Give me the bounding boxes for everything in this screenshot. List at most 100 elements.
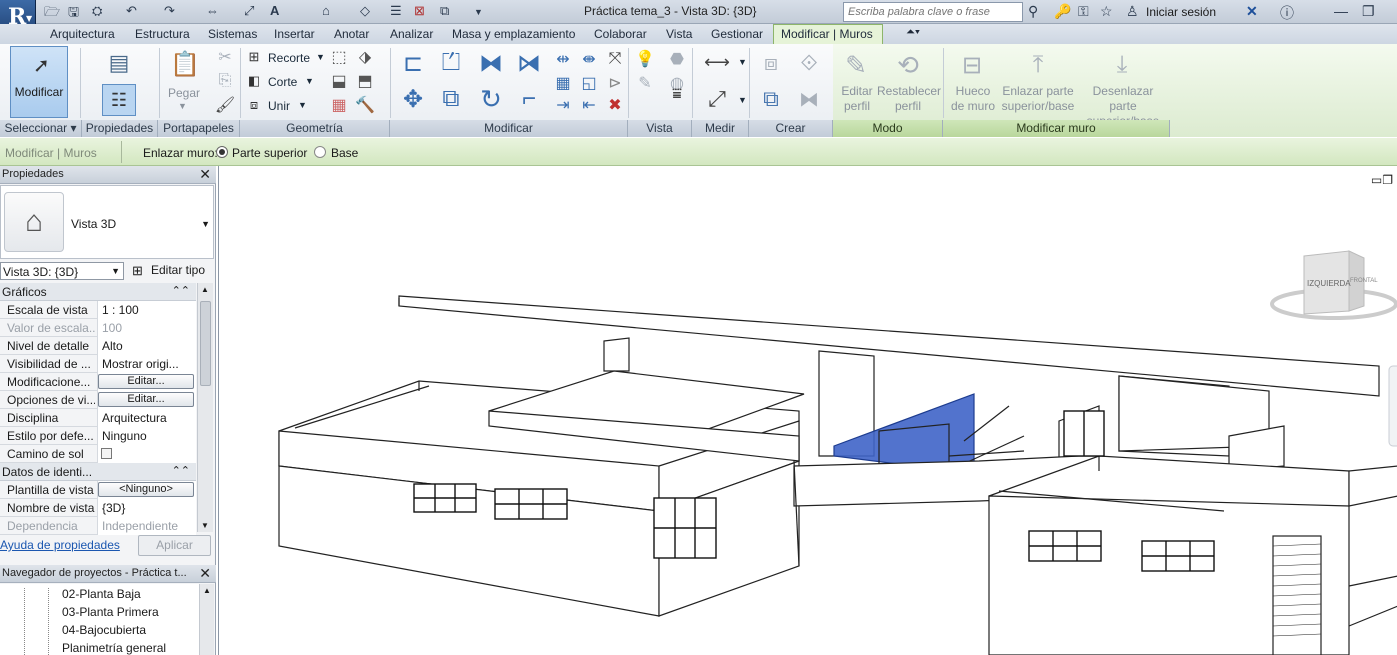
- collapse-icon[interactable]: ⌃⌃: [172, 464, 190, 477]
- join-label[interactable]: Unir: [268, 99, 290, 113]
- property-row[interactable]: Disciplina Arquitectura: [0, 409, 196, 427]
- scale-icon[interactable]: ◱: [580, 74, 598, 92]
- split-gap-icon[interactable]: ⇼: [580, 50, 598, 68]
- switch-windows-icon[interactable]: ⧉: [440, 3, 449, 19]
- join-dropdown-icon[interactable]: ▼: [298, 100, 307, 110]
- radio-top[interactable]: [216, 146, 228, 158]
- reset-profile-label[interactable]: Restablecer perfil: [877, 84, 941, 114]
- collapse-icon[interactable]: ⌃⌃: [172, 284, 190, 297]
- unpin-icon[interactable]: ⤧: [606, 50, 624, 68]
- measure-dropdown-icon[interactable]: ▼: [738, 57, 747, 67]
- tab-anotar[interactable]: Anotar: [334, 27, 369, 41]
- close-icon[interactable]: ✕: [199, 565, 211, 582]
- paste-label[interactable]: Pegar: [168, 86, 200, 100]
- sync-icon[interactable]: ⛭: [92, 3, 102, 19]
- property-value[interactable]: Independiente: [97, 517, 196, 535]
- properties-help-link[interactable]: Ayuda de propiedades: [0, 538, 120, 552]
- tab-analizar[interactable]: Analizar: [390, 27, 433, 41]
- tree-item[interactable]: 02-Planta Baja: [62, 587, 141, 601]
- restore-icon[interactable]: ❐: [1362, 3, 1375, 20]
- tab-sistemas[interactable]: Sistemas: [208, 27, 257, 41]
- customize-qat-icon[interactable]: ▼: [474, 7, 483, 17]
- cut-geometry-label[interactable]: Corte: [268, 75, 297, 89]
- browser-scrollbar[interactable]: ▲: [199, 584, 214, 655]
- mirror-pick-axis-icon[interactable]: ⧓: [476, 48, 506, 78]
- type-selector[interactable]: ⌂ Vista 3D ▼: [0, 185, 214, 259]
- hide-icon[interactable]: ⬣: [668, 50, 686, 68]
- geometry-tool-3-icon[interactable]: ⬓: [330, 72, 348, 90]
- attach-top-base-label[interactable]: Enlazar parte superior/base: [1000, 84, 1076, 114]
- section-icon[interactable]: ◇: [360, 3, 370, 19]
- property-value[interactable]: {3D}: [97, 499, 196, 517]
- minimize-icon[interactable]: —: [1334, 3, 1348, 19]
- 3d-view-icon[interactable]: ⌂: [322, 3, 330, 18]
- properties-scrollbar[interactable]: ▲ ▼: [197, 283, 213, 532]
- dimension-dropdown-icon[interactable]: ▼: [738, 95, 747, 105]
- tab-vista[interactable]: Vista: [666, 27, 692, 41]
- subscription-icon[interactable]: 🔑: [1054, 3, 1071, 20]
- exchange-apps-icon[interactable]: ✕: [1246, 3, 1258, 20]
- tab-colaborar[interactable]: Colaborar: [594, 27, 647, 41]
- tree-item[interactable]: 04-Bajocubierta: [62, 623, 146, 637]
- trim-extend-icon[interactable]: ⌐: [514, 84, 544, 114]
- trim-multiple-icon[interactable]: ⇥: [554, 96, 572, 114]
- group-identidad[interactable]: Datos de identi... ⌃⌃: [0, 463, 196, 481]
- save-icon[interactable]: 🖫: [68, 3, 79, 25]
- text-icon[interactable]: A: [270, 3, 279, 18]
- pin-icon[interactable]: ⊳: [606, 74, 624, 92]
- property-row[interactable]: Nombre de vista {3D}: [0, 499, 196, 517]
- instance-selector[interactable]: Vista 3D: {3D} ▼: [0, 262, 124, 280]
- geometry-tool-2-icon[interactable]: ⬗: [356, 48, 374, 66]
- properties-icon[interactable]: ☷: [102, 84, 136, 116]
- tab-modificar-muros[interactable]: Modificar | Muros: [781, 27, 873, 41]
- property-value[interactable]: Arquitectura: [97, 409, 196, 427]
- open-icon[interactable]: 🗁: [44, 3, 60, 25]
- move-icon[interactable]: ✥: [398, 84, 428, 114]
- edit-profile-label[interactable]: Editar perfil: [840, 84, 874, 114]
- cope-dropdown-icon[interactable]: ▼: [316, 52, 325, 62]
- property-row[interactable]: Camino de sol: [0, 445, 196, 463]
- navigation-bar[interactable]: [1388, 365, 1397, 447]
- panel-toggle-icon[interactable]: ⏶▾: [906, 26, 920, 39]
- property-value[interactable]: Ninguno: [97, 427, 196, 445]
- close-icon[interactable]: ✕: [199, 166, 211, 183]
- paint-icon[interactable]: ▦: [330, 96, 348, 114]
- cut-dropdown-icon[interactable]: ▼: [305, 76, 314, 86]
- tab-arquitectura[interactable]: Arquitectura: [50, 27, 115, 41]
- delete-icon[interactable]: ✖: [606, 96, 624, 114]
- cut-icon[interactable]: ✂: [216, 48, 234, 66]
- panel-seleccionar[interactable]: Seleccionar ▾: [0, 120, 82, 137]
- dimension-icon[interactable]: ⤢: [244, 3, 254, 19]
- property-value[interactable]: 100: [97, 319, 196, 337]
- tab-gestionar[interactable]: Gestionar: [711, 27, 763, 41]
- measure-between-icon[interactable]: ⟷: [700, 52, 734, 72]
- 3d-model-drawing[interactable]: IZQUIERDA FRONTAL: [219, 166, 1397, 655]
- property-row[interactable]: Opciones de vi... Editar...: [0, 391, 196, 409]
- tree-item[interactable]: Planimetría general: [62, 641, 166, 655]
- login-link[interactable]: Iniciar sesión: [1146, 5, 1216, 19]
- apply-button[interactable]: Aplicar: [138, 535, 211, 556]
- detach-top-base-icon[interactable]: ⤓: [1106, 48, 1138, 82]
- radio-top-label[interactable]: Parte superior: [232, 146, 307, 160]
- property-row[interactable]: Modificacione... Editar...: [0, 373, 196, 391]
- paste-icon[interactable]: 📋: [170, 48, 200, 80]
- favorites-star-icon[interactable]: ☆: [1100, 3, 1113, 20]
- attach-top-base-icon[interactable]: ⤒: [1022, 48, 1054, 82]
- property-row[interactable]: Estilo por defe... Ninguno: [0, 427, 196, 445]
- trim-single-icon[interactable]: ⇤: [580, 96, 598, 114]
- group-graficos[interactable]: Gráficos ⌃⌃: [0, 283, 196, 301]
- join-icon[interactable]: ⧈: [246, 97, 262, 113]
- modify-button[interactable]: ➚ Modificar: [10, 46, 68, 118]
- property-edit-button[interactable]: <Ninguno>: [98, 482, 194, 497]
- cope-label[interactable]: Recorte: [268, 51, 310, 65]
- reset-profile-icon[interactable]: ⟲: [892, 48, 924, 82]
- search-input[interactable]: [843, 2, 1023, 22]
- override-graphics-icon[interactable]: 💡: [635, 50, 655, 68]
- cope-icon[interactable]: ⊞: [246, 49, 262, 65]
- tree-item[interactable]: 03-Planta Primera: [62, 605, 159, 619]
- viewcube-left-face[interactable]: IZQUIERDA: [1307, 279, 1351, 288]
- offset-icon[interactable]: ⏍: [436, 48, 466, 78]
- close-hidden-icon[interactable]: ⊠: [414, 3, 425, 19]
- property-row[interactable]: Nivel de detalle Alto: [0, 337, 196, 355]
- copy-icon[interactable]: ⎘: [216, 72, 234, 90]
